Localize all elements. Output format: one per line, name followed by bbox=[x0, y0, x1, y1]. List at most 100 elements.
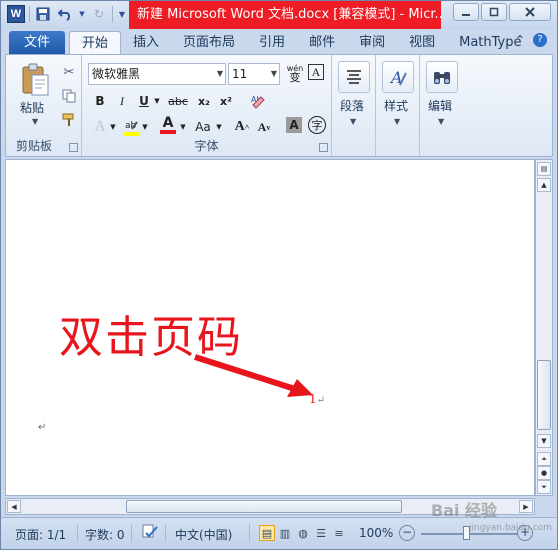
grow-font-arrow: ^ bbox=[244, 122, 250, 132]
tab-references[interactable]: 引用 bbox=[247, 31, 297, 54]
phonetic-guide-char: 变 bbox=[289, 71, 301, 84]
red-arrow-icon bbox=[194, 354, 313, 397]
superscript-button[interactable]: x² bbox=[216, 91, 236, 111]
word-logo-icon[interactable]: W bbox=[7, 5, 25, 23]
styles-icon[interactable]: A bbox=[382, 61, 414, 93]
word-count-status[interactable]: 字数: 0 bbox=[85, 526, 125, 543]
styles-label[interactable]: 样式 bbox=[384, 97, 408, 114]
tab-view[interactable]: 视图 bbox=[397, 31, 447, 54]
cut-icon[interactable]: ✂ bbox=[60, 63, 78, 81]
character-shading-button[interactable]: A bbox=[286, 117, 302, 133]
tab-right-icons: ⌃ ? bbox=[515, 33, 547, 47]
minimize-button[interactable] bbox=[453, 3, 479, 21]
font-color-icon[interactable]: A bbox=[158, 115, 178, 135]
font-launcher-icon[interactable] bbox=[319, 143, 328, 152]
strikethrough-button[interactable]: abc bbox=[166, 91, 190, 111]
save-icon[interactable] bbox=[34, 5, 52, 23]
text-effects-icon[interactable]: A bbox=[90, 117, 110, 137]
close-button[interactable] bbox=[509, 3, 551, 21]
tab-page-layout[interactable]: 页面布局 bbox=[171, 31, 247, 54]
font-size-value: 11 bbox=[232, 67, 248, 81]
paragraph-label[interactable]: 段落 bbox=[340, 97, 364, 114]
tab-home[interactable]: 开始 bbox=[69, 31, 122, 54]
tab-mailings[interactable]: 邮件 bbox=[297, 31, 347, 54]
next-page-icon[interactable]: ⏷ bbox=[537, 480, 551, 494]
grow-font-button[interactable]: A ^ bbox=[232, 117, 252, 137]
styles-dropdown-icon[interactable]: ▼ bbox=[394, 117, 400, 126]
font-color-dropdown-icon[interactable]: ▼ bbox=[178, 117, 188, 137]
highlight-icon[interactable]: ab bbox=[122, 117, 142, 137]
editing-group: 编辑 ▼ bbox=[420, 55, 464, 156]
underline-button[interactable]: U bbox=[134, 91, 154, 111]
paragraph-dropdown-icon[interactable]: ▼ bbox=[350, 117, 356, 126]
scroll-left-icon[interactable]: ◀ bbox=[7, 500, 21, 513]
scroll-up-icon[interactable]: ▲ bbox=[537, 178, 551, 192]
underline-dropdown-icon[interactable]: ▼ bbox=[152, 91, 162, 111]
minimize-ribbon-icon[interactable]: ⌃ bbox=[515, 33, 525, 47]
editing-dropdown-icon[interactable]: ▼ bbox=[438, 117, 444, 126]
enclose-characters-button[interactable]: 字 bbox=[308, 116, 326, 134]
bold-button[interactable]: B bbox=[90, 91, 110, 111]
font-size-dropdown-icon[interactable]: ▼ bbox=[271, 64, 277, 84]
customize-qat-icon[interactable]: ▼ bbox=[117, 5, 127, 23]
change-case-button[interactable]: Aa bbox=[192, 117, 214, 137]
paste-label[interactable]: 粘贴 bbox=[20, 99, 44, 116]
highlight-dropdown-icon[interactable]: ▼ bbox=[140, 117, 150, 137]
window-title: 新建 Microsoft Word 文档.docx [兼容模式] - Micr.… bbox=[129, 1, 441, 29]
grow-font-glyph: A bbox=[234, 119, 245, 134]
tab-insert[interactable]: 插入 bbox=[121, 31, 171, 54]
select-browse-object-icon[interactable]: ● bbox=[537, 466, 551, 480]
font-group: 微软雅黑 ▼ 11 ▼ wén 变 A B I U ▼ abc x₂ x² Ab… bbox=[82, 55, 332, 156]
ruler-toggle-icon[interactable]: ▤ bbox=[537, 162, 551, 176]
help-icon[interactable]: ? bbox=[533, 33, 547, 47]
qat-separator bbox=[29, 6, 30, 22]
print-layout-view-icon[interactable]: ▤ bbox=[259, 525, 275, 541]
binoculars-icon[interactable] bbox=[426, 61, 458, 93]
shrink-font-button[interactable]: Av bbox=[254, 117, 274, 137]
draft-view-icon[interactable]: ≡ bbox=[331, 525, 347, 541]
redo-icon[interactable]: ↻ bbox=[90, 5, 108, 23]
paragraph-icon[interactable] bbox=[338, 61, 370, 93]
font-name-dropdown-icon[interactable]: ▼ bbox=[217, 64, 223, 84]
clipboard-launcher-icon[interactable] bbox=[69, 143, 78, 152]
font-name-combobox[interactable]: 微软雅黑 ▼ bbox=[88, 63, 226, 85]
character-border-icon[interactable]: A bbox=[308, 64, 324, 80]
editing-label[interactable]: 编辑 bbox=[428, 97, 452, 114]
web-layout-view-icon[interactable]: ◍ bbox=[295, 525, 311, 541]
full-screen-reading-view-icon[interactable]: ▥ bbox=[277, 525, 293, 541]
clear-formatting-icon[interactable]: Ab bbox=[248, 91, 268, 111]
scroll-right-icon[interactable]: ▶ bbox=[519, 500, 533, 513]
font-name-value: 微软雅黑 bbox=[92, 67, 141, 81]
vertical-scroll-thumb[interactable] bbox=[537, 360, 551, 430]
language-status[interactable]: 中文(中国) bbox=[175, 526, 232, 543]
copy-icon[interactable] bbox=[60, 87, 78, 105]
shrink-font-glyph: A bbox=[257, 119, 267, 134]
italic-button[interactable]: I bbox=[112, 91, 132, 111]
outline-view-icon[interactable]: ☰ bbox=[313, 525, 329, 541]
font-color-swatch bbox=[160, 130, 176, 134]
proofing-icon[interactable] bbox=[141, 524, 159, 543]
horizontal-scroll-thumb[interactable] bbox=[126, 500, 402, 513]
undo-icon[interactable] bbox=[56, 5, 74, 23]
scroll-down-icon[interactable]: ▼ bbox=[537, 434, 551, 448]
font-group-label: 字体 bbox=[194, 139, 219, 153]
paste-icon[interactable] bbox=[20, 63, 50, 97]
restore-button[interactable] bbox=[481, 3, 507, 21]
subscript-button[interactable]: x₂ bbox=[194, 91, 214, 111]
page-count-status[interactable]: 页面: 1/1 bbox=[15, 526, 66, 543]
font-size-combobox[interactable]: 11 ▼ bbox=[228, 63, 280, 85]
tab-review[interactable]: 审阅 bbox=[347, 31, 397, 54]
page-number-footer[interactable]: 1↵ bbox=[309, 392, 325, 406]
zoom-level[interactable]: 100% bbox=[359, 526, 393, 540]
previous-page-icon[interactable]: ⏶ bbox=[537, 452, 551, 466]
paste-dropdown-icon[interactable]: ▼ bbox=[32, 117, 38, 126]
change-case-dropdown-icon[interactable]: ▼ bbox=[214, 117, 224, 137]
text-effects-dropdown-icon[interactable]: ▼ bbox=[108, 117, 118, 137]
tab-file[interactable]: 文件 bbox=[9, 31, 65, 54]
zoom-out-button[interactable]: − bbox=[399, 525, 415, 541]
styles-group: A 样式 ▼ bbox=[376, 55, 420, 156]
format-painter-icon[interactable] bbox=[60, 111, 78, 129]
undo-dropdown-icon[interactable]: ▼ bbox=[78, 5, 86, 23]
vertical-scrollbar[interactable]: ▤ ▲ ▼ ⏶ ● ⏷ bbox=[535, 159, 553, 496]
phonetic-guide-icon[interactable]: wén 变 bbox=[284, 63, 306, 83]
